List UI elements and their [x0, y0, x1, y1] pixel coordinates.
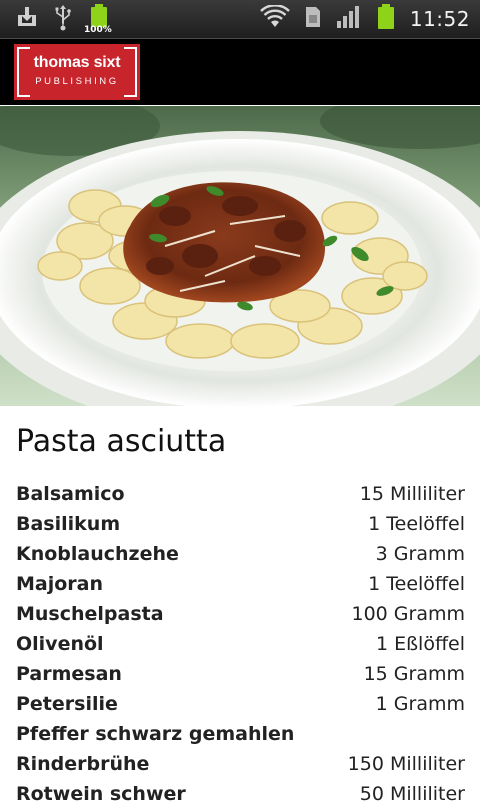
battery-icon — [376, 4, 396, 34]
list-item: Rotwein schwer 50 Milliliter — [16, 780, 465, 810]
usb-icon — [54, 3, 72, 35]
ingredient-name: Basilikum — [16, 513, 121, 535]
list-item: Parmesan 15 Gramm — [16, 660, 465, 690]
sim-icon — [304, 5, 322, 33]
logo-name: thomas sixt — [33, 54, 121, 71]
ingredient-name: Parmesan — [16, 663, 122, 685]
battery-percent: 100% — [84, 25, 112, 35]
list-item: Olivenöl 1 Eßlöffel — [16, 630, 465, 660]
ingredient-amount: 1 Gramm — [375, 693, 465, 715]
ingredient-name: Majoran — [16, 573, 104, 595]
logo-subtitle: PUBLISHING — [35, 76, 119, 87]
ingredient-name: Olivenöl — [16, 633, 104, 655]
ingredient-amount: 15 Gramm — [363, 663, 465, 685]
list-item: Rinderbrühe 150 Milliliter — [16, 750, 465, 780]
ingredient-amount: 1 Teelöffel — [368, 573, 465, 595]
app-header: thomas sixt PUBLISHING — [0, 39, 480, 105]
recipe-photo — [0, 106, 480, 406]
list-item: Basilikum 1 Teelöffel — [16, 510, 465, 540]
ingredient-amount: 1 Eßlöffel — [375, 633, 465, 655]
ingredient-amount: 50 Milliliter — [359, 783, 465, 805]
ingredient-name: Muschelpasta — [16, 603, 164, 625]
list-item: Majoran 1 Teelöffel — [16, 570, 465, 600]
ingredient-name: Knoblauchzehe — [16, 543, 179, 565]
list-item: Muschelpasta 100 Gramm — [16, 600, 465, 630]
ingredient-amount: 3 Gramm — [375, 543, 465, 565]
signal-icon — [336, 5, 362, 33]
publisher-logo: thomas sixt PUBLISHING — [14, 44, 140, 100]
status-bar: 100% 11:52 — [0, 0, 480, 39]
ingredient-name: Petersilie — [16, 693, 118, 715]
ingredient-amount: 1 Teelöffel — [368, 513, 465, 535]
ingredient-amount: 15 Milliliter — [359, 483, 465, 505]
download-icon — [14, 4, 40, 34]
ingredient-name: Balsamico — [16, 483, 125, 505]
clock: 11:52 — [409, 7, 470, 31]
recipe-title: Pasta asciutta — [16, 424, 227, 459]
list-item: Petersilie 1 Gramm — [16, 690, 465, 720]
list-item: Balsamico 15 Milliliter — [16, 480, 465, 510]
ingredient-amount: 150 Milliliter — [347, 753, 465, 775]
ingredient-name: Rotwein schwer — [16, 783, 186, 805]
ingredient-list: Balsamico 15 Milliliter Basilikum 1 Teel… — [16, 480, 465, 810]
wifi-icon — [260, 4, 290, 33]
list-item: Pfeffer schwarz gemahlen — [16, 720, 465, 750]
list-item: Knoblauchzehe 3 Gramm — [16, 540, 465, 570]
ingredient-name: Pfeffer schwarz gemahlen — [16, 723, 295, 745]
battery-charging-icon: 100% — [84, 4, 112, 35]
ingredient-name: Rinderbrühe — [16, 753, 150, 775]
ingredient-amount: 100 Gramm — [351, 603, 466, 625]
